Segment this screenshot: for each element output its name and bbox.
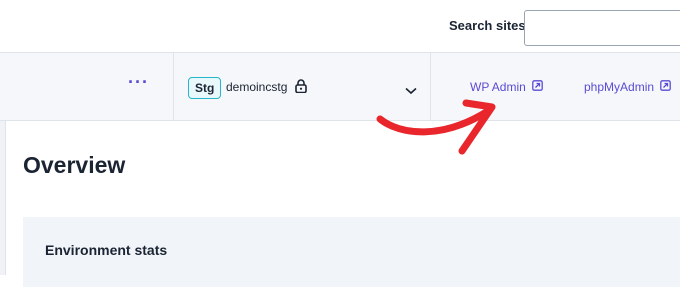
- phpmyadmin-link[interactable]: phpMyAdmin: [584, 80, 671, 94]
- search-label: Search sites: [449, 18, 526, 33]
- page-title: Overview: [23, 152, 126, 178]
- lock-icon: [295, 79, 307, 98]
- annotation-arrow: [376, 99, 496, 155]
- external-link-icon: [531, 80, 543, 94]
- external-link-icon: [660, 80, 671, 94]
- environment-name: demoincstg: [226, 80, 288, 94]
- wp-admin-link[interactable]: WP Admin: [470, 80, 543, 94]
- stats-card-title: Environment stats: [45, 242, 168, 258]
- more-options-button[interactable]: ···: [128, 73, 149, 91]
- wp-admin-label: WP Admin: [470, 80, 526, 94]
- phpmyadmin-label: phpMyAdmin: [584, 80, 655, 94]
- environment-badge: Stg: [188, 77, 222, 99]
- top-bar: Search sites: [0, 0, 680, 53]
- environment-stats-card: Environment stats: [23, 217, 680, 287]
- environment-bar: ··· Stg demoincstg WP Admin phpMyAdmin: [0, 53, 680, 121]
- sidebar-edge: [0, 121, 6, 275]
- search-input[interactable]: [524, 10, 680, 46]
